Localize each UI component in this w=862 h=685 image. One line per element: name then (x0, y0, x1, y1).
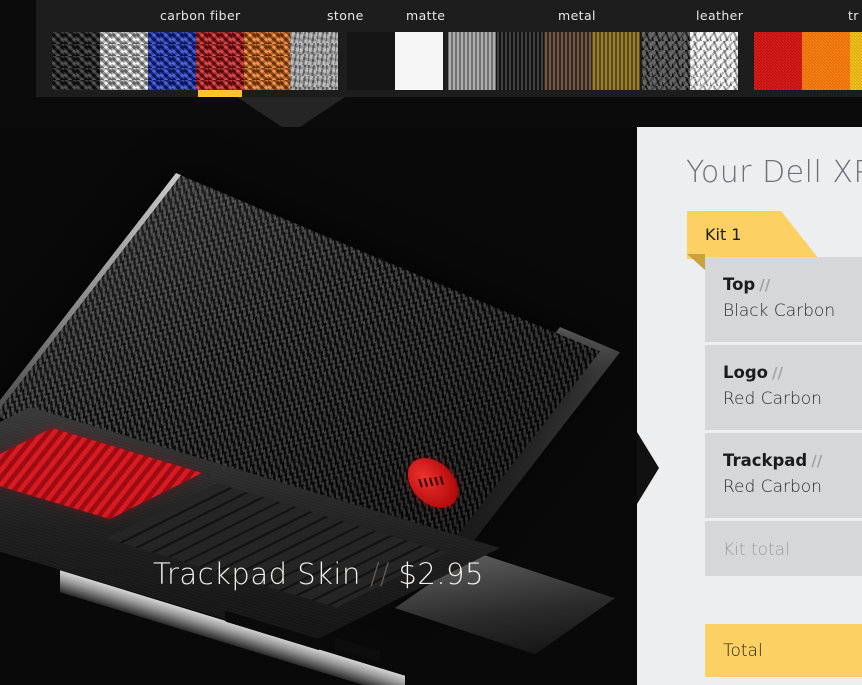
swatch-brushed-black[interactable] (496, 32, 544, 90)
swatch-black-leather[interactable] (642, 32, 690, 90)
panel-pointer-arrow (637, 432, 659, 504)
kit-rows: Top//Black Carbon Logo//Red Carbon Trackpa… (705, 257, 862, 579)
kit-tab-label: Kit 1 (705, 225, 742, 244)
grand-total-row: Total (705, 624, 862, 677)
material-toolbar: carbon fiber stone matte metal leather tr (36, 0, 862, 97)
material-group-label-matte: matte (406, 8, 446, 23)
swatch-matte-black[interactable] (347, 32, 395, 90)
kit-row-value: Red Carbon (723, 477, 822, 497)
kit-row[interactable]: Trackpad// Red Carbon (705, 433, 862, 521)
swatch-brushed-silver[interactable] (448, 32, 496, 90)
panel-title: Your Dell XPS (686, 155, 862, 190)
caption-separator: // (369, 557, 390, 591)
swatch-orange-true[interactable] (802, 32, 850, 90)
swatch-red-carbon[interactable] (196, 32, 244, 97)
kit-row-separator: // (811, 452, 823, 470)
swatch-brown-metal[interactable] (544, 32, 592, 90)
material-group-label-metal: metal (558, 8, 596, 23)
swatch-yellow-true[interactable] (850, 32, 862, 90)
kit-row[interactable]: Logo// Red Carbon (705, 345, 862, 433)
customizer-app: carbon fiber stone matte metal leather tr T (0, 0, 862, 685)
swatch-black-carbon[interactable] (52, 32, 100, 90)
product-preview-stage: Trackpad Skin//$2.95 (0, 127, 637, 685)
kit-row-label: Trackpad (723, 451, 808, 470)
swatch-group-metal (448, 31, 640, 97)
swatch-grey-stone[interactable] (290, 32, 338, 90)
kit-total-row: Kit total (705, 521, 862, 579)
kit-row-label: Logo (723, 363, 768, 382)
kit-summary-panel: Your Dell XPS Kit 1 Top//Black CarbonLog… (637, 127, 862, 685)
kit-tab-fold (687, 254, 705, 270)
swatch-blue-carbon[interactable] (148, 32, 196, 90)
material-group-label-tr: tr (848, 8, 859, 23)
material-swatch-strip[interactable] (36, 31, 862, 97)
grand-total-label: Total (723, 641, 763, 661)
swatch-group-carbon-fiber (52, 31, 292, 97)
swatch-group-stone (290, 31, 338, 97)
kit-row-value: Red Carbon (723, 389, 822, 409)
swatch-white-carbon[interactable] (100, 32, 148, 90)
kit-row-label: Top (723, 275, 756, 294)
product-price: $2.95 (398, 557, 484, 591)
product-name: Trackpad Skin (153, 557, 361, 591)
material-group-labels: carbon fiber stone matte metal leather tr (36, 0, 862, 31)
kit-row[interactable]: Top// Black Carbon (705, 257, 862, 345)
swatch-group-matte (347, 31, 443, 97)
kit-total-label: Kit total (723, 540, 790, 560)
product-caption: Trackpad Skin//$2.95 (0, 557, 637, 591)
kit-row-separator: // (772, 364, 783, 382)
swatch-group-tr (754, 31, 862, 97)
swatch-group-leather (642, 31, 738, 97)
swatch-gold-metal[interactable] (592, 32, 640, 90)
laptop-render (0, 157, 620, 685)
swatch-orange-carbon[interactable] (244, 32, 292, 90)
kit-row-separator: // (759, 276, 771, 294)
material-group-label-leather: leather (696, 8, 744, 23)
swatch-matte-white[interactable] (395, 32, 443, 90)
material-group-label-stone: stone (327, 8, 364, 23)
swatch-red-true[interactable] (754, 32, 802, 90)
material-group-label-carbon-fiber: carbon fiber (160, 8, 241, 23)
kit-row-value: Black Carbon (723, 301, 836, 321)
swatch-white-leather[interactable] (690, 32, 738, 90)
